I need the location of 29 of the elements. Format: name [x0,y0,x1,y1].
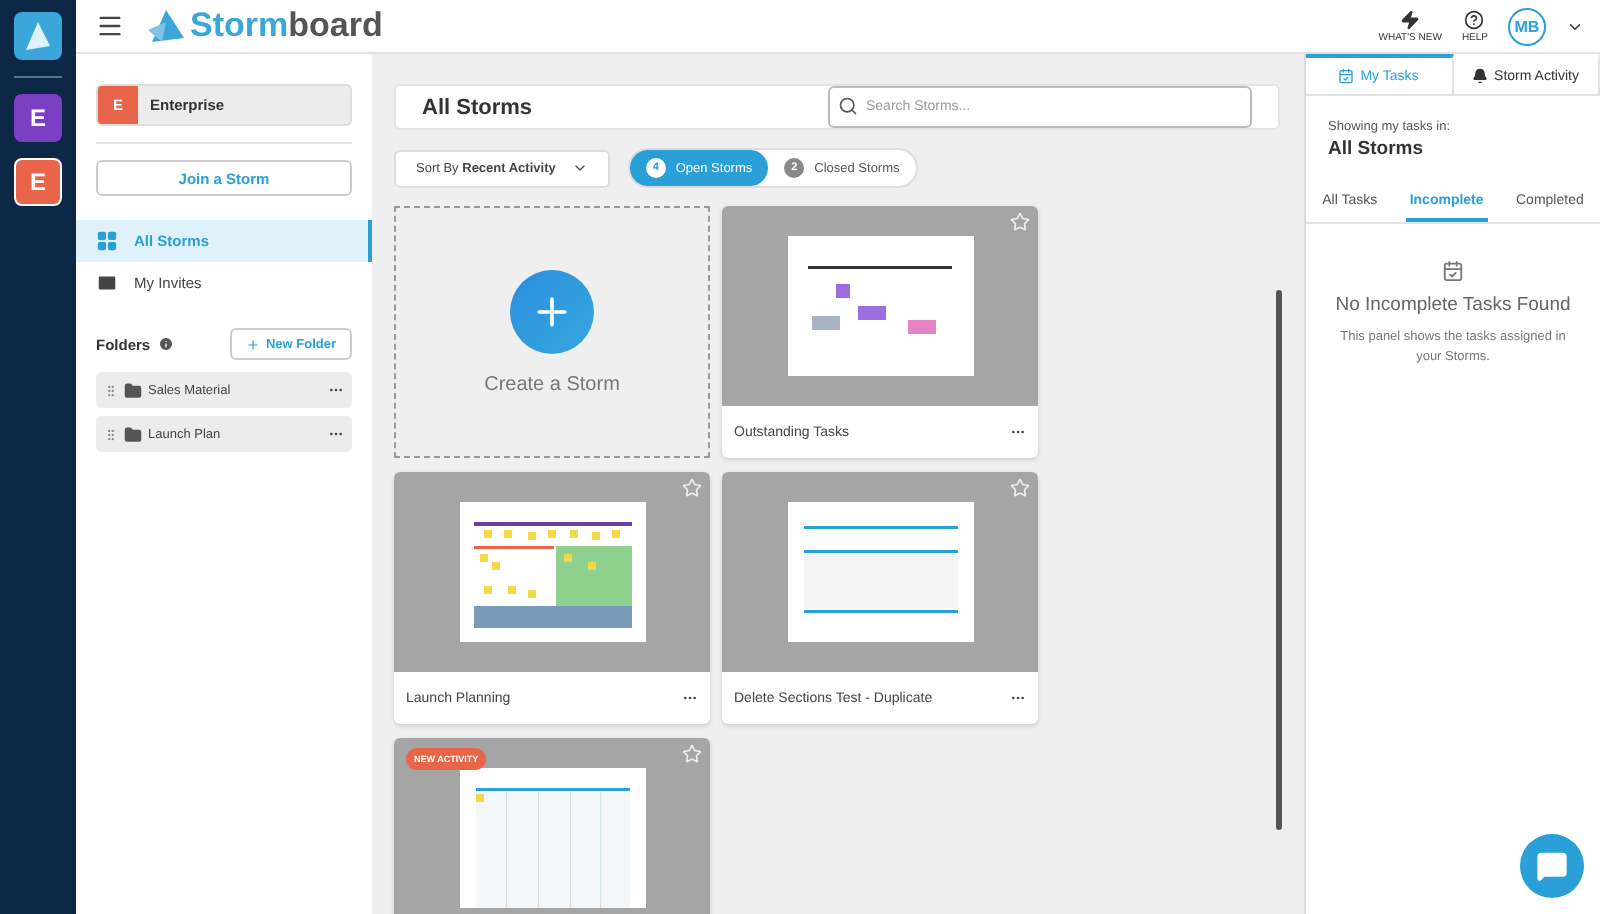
grid-icon [96,230,118,252]
lightning-icon [1400,9,1421,29]
scope-title: All Storms [1326,138,1426,160]
drag-handle-icon[interactable] [104,427,118,441]
app-logo-icon[interactable] [14,12,62,60]
search-icon [838,96,858,116]
chat-icon [1536,850,1568,882]
workspace-button[interactable]: E [14,94,62,142]
empty-state-title: No Incomplete Tasks Found [1335,294,1571,316]
info-icon [158,336,175,352]
create-storm-button[interactable]: Create a Storm [394,206,710,458]
calendar-icon [1338,68,1355,84]
page-title: All Storms [422,95,533,119]
bell-icon [1472,68,1489,84]
calendar-icon [1442,260,1464,282]
brand-name: Stormboard [190,6,383,46]
help-icon [1464,9,1485,29]
chevron-icon [571,160,588,176]
star-icon[interactable] [1010,212,1030,232]
logo-icon [148,10,184,42]
plus-icon [245,337,260,351]
folder-icon [124,425,142,443]
star-icon[interactable] [682,744,702,764]
menu-icon[interactable] [96,12,124,40]
folder-icon [124,381,142,399]
drag-handle-icon[interactable] [104,383,118,397]
star-icon[interactable] [682,478,702,498]
star-icon[interactable] [1010,478,1030,498]
chat-button[interactable] [1520,834,1584,898]
